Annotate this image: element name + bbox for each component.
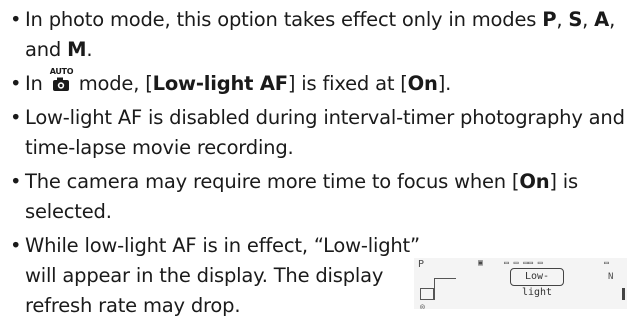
emphasis-text: On [519, 170, 550, 193]
status-icons: ▭ [604, 258, 609, 267]
right-bar-icon [622, 288, 625, 300]
note-text: ]. [437, 72, 452, 95]
note-item: In photo mode, this option takes effect … [10, 5, 625, 65]
auto-mode-camera-icon: AUTO [49, 67, 74, 92]
emphasis-text: Low-light AF [152, 72, 288, 95]
note-text: , [556, 8, 569, 31]
emphasis-text: On [407, 72, 438, 95]
note-item: In AUTO mode, [Low-light AF] is fixed at… [10, 67, 625, 99]
small-status-icon: ◎ [420, 302, 425, 309]
focus-frame-corner [434, 278, 456, 279]
note-text: While low-light AF is in effect, “Low-li… [25, 234, 420, 317]
note-item: While low-light AF is in effect, “Low-li… [10, 231, 420, 321]
emphasis-text: S [568, 8, 583, 31]
status-icons: ▣ [478, 258, 483, 267]
emphasis-text: M [67, 38, 87, 61]
note-text: In photo mode, this option takes effect … [25, 8, 543, 31]
focus-frame-corner [434, 278, 435, 300]
emphasis-text: A [594, 8, 610, 31]
note-text: In [25, 72, 49, 95]
note-text: Low-light AF is disabled during interval… [25, 106, 625, 159]
note-text: mode, [ [72, 72, 153, 95]
emphasis-text: P [542, 8, 557, 31]
note-text: The camera may require more time to focu… [25, 170, 520, 193]
metering-icon [420, 288, 434, 300]
low-light-indicator: Low-light [510, 268, 564, 298]
note-text: , [582, 8, 595, 31]
note-item: The camera may require more time to focu… [10, 167, 625, 227]
note-text: ] is fixed at [ [287, 72, 408, 95]
status-icons: ▭ ▭ ▭▭ ▭ [504, 258, 543, 267]
auto-mode-label: AUTO [49, 67, 74, 76]
right-indicator: N [608, 272, 614, 282]
note-item: Low-light AF is disabled during interval… [10, 103, 625, 163]
note-text: . [86, 38, 93, 61]
camera-display-preview: P ▣ ▭ ▭ ▭▭ ▭ ▭ Low-light N ◎ [414, 258, 627, 309]
mode-letter: P [418, 259, 425, 270]
